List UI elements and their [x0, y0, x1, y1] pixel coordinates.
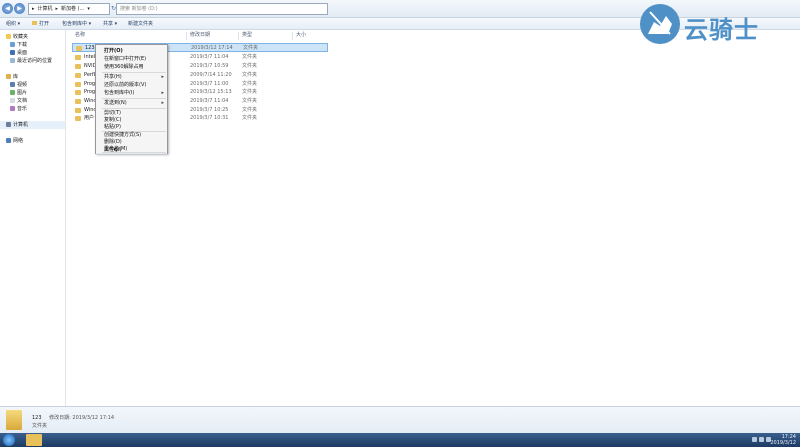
menu-item-share[interactable]: 共享(H) ▸	[96, 73, 167, 81]
folder-icon	[75, 116, 81, 121]
search-input[interactable]: 搜索 新加卷 (D:)	[116, 3, 328, 15]
chevron-right-icon: ▸	[161, 90, 164, 96]
video-icon	[10, 82, 15, 87]
folder-icon	[75, 55, 81, 60]
watermark-text: 云骑士	[684, 16, 759, 44]
tray-icon[interactable]	[752, 437, 757, 442]
open-icon	[32, 21, 37, 25]
nav-favorites[interactable]: 收藏夹	[6, 33, 28, 41]
start-button[interactable]	[3, 434, 15, 446]
navigation-pane: 收藏夹 下载 桌面 最近访问的位置 库 视频 图片 文档 音乐 计算机 网络	[0, 30, 66, 406]
music-icon	[10, 106, 15, 111]
download-icon	[10, 42, 15, 47]
folder-icon	[76, 46, 82, 51]
library-icon	[6, 74, 11, 79]
forward-button[interactable]: ▶	[14, 3, 25, 14]
menu-item-paste[interactable]: 粘贴(P)	[96, 123, 167, 131]
computer-icon	[6, 122, 11, 127]
desktop-icon	[10, 50, 15, 55]
details-type: 文件夹	[32, 423, 48, 429]
nav-pictures[interactable]: 图片	[10, 89, 27, 97]
open-button[interactable]: 打开	[32, 19, 49, 29]
chevron-down-icon[interactable]: ▾	[87, 6, 90, 12]
details-name: 123	[32, 415, 42, 421]
menu-item-send-to[interactable]: 发送到(N) ▸	[96, 99, 167, 107]
breadcrumb-computer[interactable]: 计算机	[38, 6, 53, 12]
star-icon	[6, 34, 11, 39]
nav-documents[interactable]: 文档	[10, 97, 27, 105]
nav-videos[interactable]: 视频	[10, 81, 27, 89]
menu-item-properties[interactable]: 属性(R)	[96, 146, 167, 154]
column-divider[interactable]	[292, 32, 293, 40]
column-header-size[interactable]: 大小	[296, 30, 306, 41]
network-icon	[6, 138, 11, 143]
folder-icon	[75, 99, 81, 104]
nav-computer[interactable]: 计算机	[0, 121, 65, 129]
knight-logo-icon	[640, 4, 680, 44]
details-pane: 123 修改日期: 2019/3/12 17:14 文件夹	[0, 406, 800, 433]
column-header-date[interactable]: 修改日期	[190, 30, 210, 41]
folder-icon	[75, 90, 81, 95]
address-input[interactable]: ▸ 计算机 ▸ 新加卷 (... ▾	[28, 3, 110, 15]
details-modified: 修改日期: 2019/3/12 17:14	[49, 415, 115, 421]
column-header-name[interactable]: 名称	[75, 30, 85, 41]
context-menu: 打开(O) 在新窗口中打开(E) 使用360解除占用 共享(H) ▸ 还原以前的版…	[95, 44, 168, 154]
folder-icon	[6, 410, 22, 430]
taskbar: 17:24 2019/3/12	[0, 433, 800, 447]
taskbar-clock[interactable]: 17:24 2019/3/12	[770, 434, 796, 446]
nav-downloads[interactable]: 下载	[10, 41, 27, 49]
share-button[interactable]: 共享 ▾	[103, 19, 117, 29]
menu-item-360-unlock[interactable]: 使用360解除占用	[96, 63, 167, 71]
explorer-taskbar-button[interactable]	[26, 434, 42, 446]
column-header-type[interactable]: 类型	[242, 30, 252, 41]
menu-item-open[interactable]: 打开(O)	[96, 47, 167, 55]
recent-icon	[10, 58, 15, 63]
folder-icon: ▸	[32, 6, 35, 12]
chevron-right-icon: ▸	[161, 100, 164, 106]
details-line: 123 修改日期: 2019/3/12 17:14	[32, 414, 114, 421]
folder-icon	[75, 64, 81, 69]
folder-icon	[75, 73, 81, 78]
document-icon	[10, 98, 15, 103]
cursor-icon: ↖	[113, 147, 119, 154]
nav-desktop[interactable]: 桌面	[10, 49, 27, 57]
nav-network[interactable]: 网络	[6, 137, 23, 145]
nav-libraries[interactable]: 库	[6, 73, 18, 81]
folder-icon	[75, 108, 81, 113]
volume-icon[interactable]	[759, 437, 764, 442]
nav-recent[interactable]: 最近访问的位置	[10, 57, 52, 65]
folder-icon	[75, 82, 81, 87]
menu-item-include-library[interactable]: 包含到库中(I) ▸	[96, 89, 167, 97]
nav-music[interactable]: 音乐	[10, 105, 27, 113]
chevron-right-icon: ▸	[161, 74, 164, 80]
breadcrumb-volume[interactable]: 新加卷 (...	[61, 6, 84, 12]
new-folder-button[interactable]: 新建文件夹	[128, 19, 153, 29]
menu-item-open-new-window[interactable]: 在新窗口中打开(E)	[96, 55, 167, 63]
column-divider[interactable]	[238, 32, 239, 40]
menu-item-restore-versions[interactable]: 还原以前的版本(V)	[96, 81, 167, 89]
organize-button[interactable]: 组织 ▾	[6, 19, 20, 29]
back-button[interactable]: ◀	[2, 3, 13, 14]
include-library-button[interactable]: 包含到库中 ▾	[62, 19, 91, 29]
clock-date: 2019/3/12	[770, 440, 796, 446]
picture-icon	[10, 90, 15, 95]
column-divider[interactable]	[186, 32, 187, 40]
chevron-right-icon: ▸	[55, 6, 59, 12]
watermark-logo: 云骑士	[640, 4, 780, 44]
